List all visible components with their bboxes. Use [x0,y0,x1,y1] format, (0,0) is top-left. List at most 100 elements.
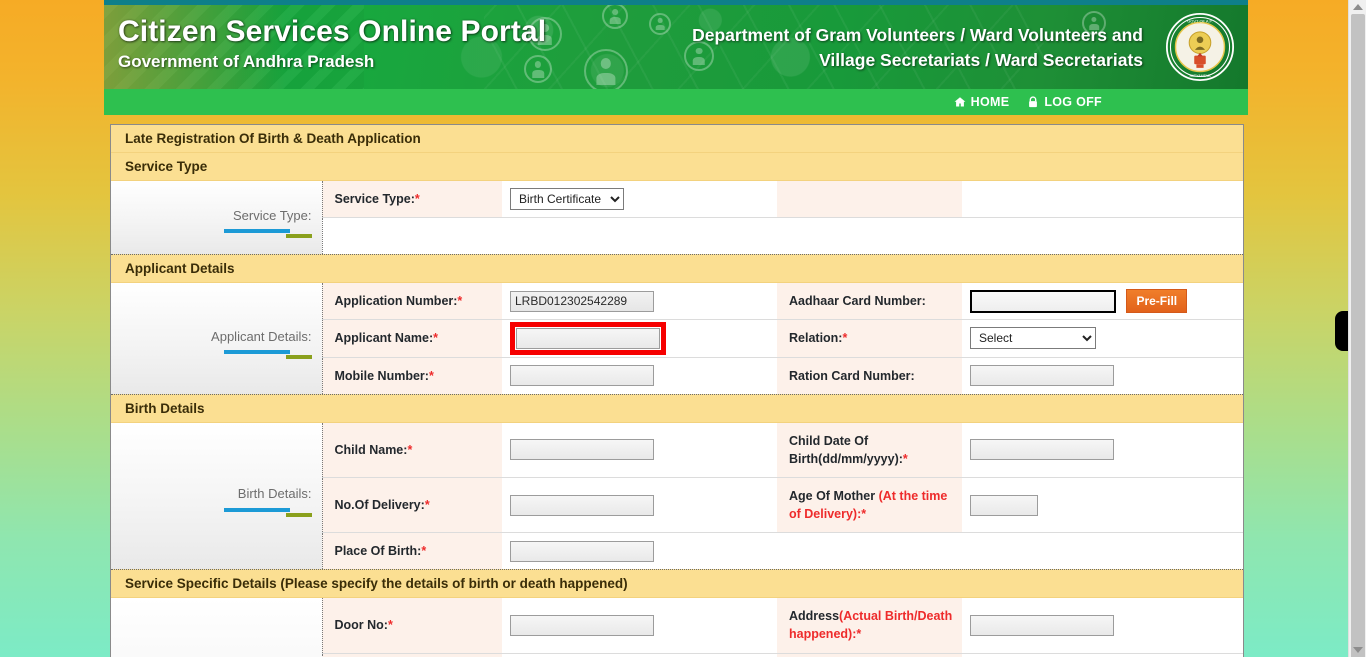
field-label-gender: Gender:* [322,653,502,657]
field-cell-place-of-birth [502,532,777,570]
department-line-2: Village Secretariats / Ward Secretariats [819,49,1143,70]
table-row: Applicant Details: Application Number:* … [111,283,1243,394]
table-row: Service Type: Service Type:* Birth Certi… [111,181,1243,255]
site-subtitle: Government of Andhra Pradesh [118,52,375,71]
site-title: Citizen Services Online Portal [118,15,547,48]
field-cell-ration-card-number [962,357,1243,394]
field-cell-aadhaar-card-number: Pre-Fill [962,283,1243,321]
scrollbar-thumb[interactable] [1351,14,1365,657]
field-label-service-type: Service Type:* [322,181,502,219]
label-text: Address [789,609,840,624]
aadhaar-card-number-input[interactable] [970,290,1116,314]
field-cell-door-no [502,598,777,654]
pre-fill-button[interactable]: Pre-Fill [1126,289,1188,314]
application-number-input[interactable] [510,290,654,312]
required-asterisk: * [387,618,393,633]
field-cell-mother-name [962,653,1243,657]
label-text: Child Name: [334,442,408,457]
field-label-child-dob: Child Date Of Birth(dd/mm/yyyy):* [777,422,962,478]
spacer-cell [322,217,502,255]
scroll-up-arrow-icon[interactable] [1353,4,1363,10]
label-text: Age Of Mother [789,488,879,503]
field-cell-service-type: Birth Certificate [502,181,777,219]
applicant-name-input[interactable] [516,327,660,349]
section-header-birth-details: Birth Details [111,393,1243,423]
field-label-empty-right [777,532,962,570]
side-label-text: Applicant Details: [211,328,312,344]
home-icon [954,97,966,107]
label-text: Applicant Name: [334,331,434,346]
label-text: Child Date Of Birth(dd/mm/yyyy): [789,433,903,466]
child-date-of-birth-input[interactable] [970,439,1114,461]
edge-indicator [1335,311,1348,351]
field-cell-mobile-number [502,357,777,394]
mobile-number-input[interactable] [510,365,654,387]
main-navbar: HOME LOG OFF [104,89,1248,115]
svg-text:GOVT OF A.P.: GOVT OF A.P. [1187,19,1213,24]
field-cell-empty-right [962,532,1243,570]
nav-home-label: HOME [970,95,1010,109]
service-type-select[interactable]: Birth Certificate [510,188,624,211]
relation-select[interactable]: Select [970,327,1096,350]
field-label-child-name: Child Name:* [322,422,502,478]
side-label-cell-service-specific-details: Service Specific Details: [111,598,323,657]
door-no-input[interactable] [510,614,654,636]
field-label-empty-right [777,181,962,219]
spacer-cell [502,217,777,255]
label-text: No.Of Delivery: [334,497,425,512]
field-cell-applicant-name [502,319,777,358]
section-table-birth-details: Birth Details: Child Name:* Child Date O… [111,422,1243,570]
lock-icon [1029,96,1038,108]
label-text: Ration Card Number: [789,368,915,383]
spacer-cell [962,217,1243,255]
side-label-text: Service Type: [232,207,312,223]
scroll-down-arrow-icon[interactable] [1353,647,1363,653]
site-banner: Citizen Services Online Portal Governmen… [104,5,1248,89]
person-watermark-icon [602,5,628,29]
address-input[interactable] [970,614,1114,636]
child-name-input[interactable] [510,439,654,461]
section-table-applicant-details: Applicant Details: Application Number:* … [111,283,1243,394]
side-label-cell-applicant-details: Applicant Details: [111,283,323,394]
nav-logoff-label: LOG OFF [1044,95,1102,109]
no-of-delivery-input[interactable] [510,494,654,516]
required-asterisk: * [428,368,434,383]
place-of-birth-input[interactable] [510,540,654,562]
age-of-mother-input[interactable] [970,494,1038,516]
applicant-name-highlight-box [510,321,666,355]
field-label-aadhaar-card-number: Aadhaar Card Number: [777,283,962,321]
required-asterisk: * [902,451,908,466]
svg-text:SATYAMEVA: SATYAMEVA [1189,74,1211,78]
field-cell-no-of-delivery [502,477,777,534]
side-rule-bars [111,229,312,239]
required-asterisk: * [856,627,862,642]
person-watermark-icon [649,13,671,35]
nav-logoff-link[interactable]: LOG OFF [1027,95,1102,109]
required-asterisk: * [407,442,413,457]
field-cell-application-number [502,283,777,321]
field-label-address: Address(Actual Birth/Death happened):* [777,598,962,654]
side-rule-bars [111,350,312,360]
table-row: Service Specific Details: Door No:* Addr… [111,598,1243,657]
field-label-ration-card-number: Ration Card Number: [777,357,962,394]
field-cell-address [962,598,1243,654]
label-text: Application Number: [334,294,458,309]
ap-government-emblem-icon: GOVT OF A.P. SATYAMEVA [1165,12,1235,82]
browser-scrollbar[interactable] [1348,0,1366,657]
section-header-service-type: Service Type [111,153,1243,181]
field-cell-age-of-mother [962,477,1243,534]
field-label-application-number: Application Number:* [322,283,502,321]
side-label-cell-birth-details: Birth Details: [111,422,323,570]
field-label-age-of-mother: Age Of Mother (At the time of Delivery):… [777,477,962,534]
nav-home-link[interactable]: HOME [954,95,1010,109]
ration-card-number-input[interactable] [970,365,1114,387]
label-text: Place Of Birth: [334,544,422,559]
field-label-door-no: Door No:* [322,598,502,654]
application-form-panel: Late Registration Of Birth & Death Appli… [110,124,1244,657]
field-cell-child-dob [962,422,1243,478]
field-cell-relation: Select [962,319,1243,358]
department-line-1: Department of Gram Volunteers / Ward Vol… [692,25,1143,45]
banner-right: Department of Gram Volunteers / Ward Vol… [692,23,1143,72]
section-table-service-type: Service Type: Service Type:* Birth Certi… [111,181,1243,255]
required-asterisk: * [433,331,439,346]
